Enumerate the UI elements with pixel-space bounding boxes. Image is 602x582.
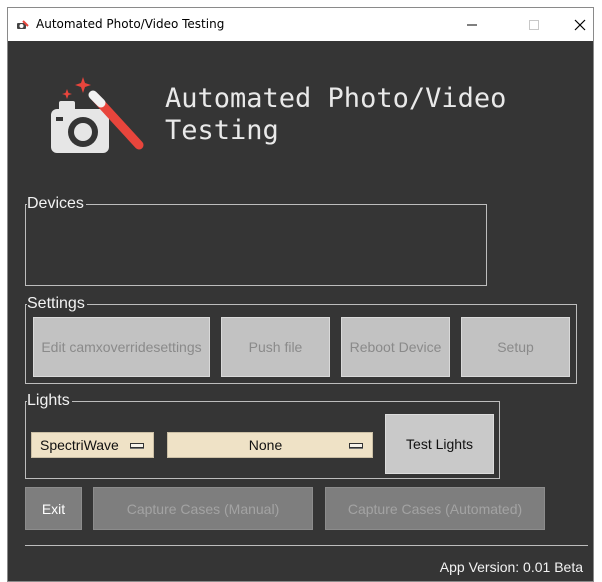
camera-magic-wand-icon: [51, 77, 144, 153]
main-panel: Automated Photo/Video Testing Devices Se…: [8, 41, 593, 581]
light-source-value: SpectriWave: [40, 437, 119, 453]
close-icon: [574, 19, 586, 31]
exit-button[interactable]: Exit: [25, 487, 82, 530]
footer-divider: [25, 545, 588, 546]
title-bar[interactable]: Automated Photo/Video Testing: [8, 8, 593, 41]
setup-button[interactable]: Setup: [461, 317, 570, 377]
settings-group: Settings Edit camxoverridesettings Push …: [25, 295, 577, 384]
close-button[interactable]: [557, 8, 593, 41]
maximize-icon: [529, 20, 539, 30]
light-selection-value: None: [248, 437, 283, 453]
window-title: Automated Photo/Video Testing: [36, 17, 225, 31]
dropdown-indicator-icon: [349, 442, 363, 448]
light-selection-dropdown[interactable]: None: [167, 432, 373, 458]
edit-camxoverridesettings-button[interactable]: Edit camxoverridesettings: [33, 317, 210, 377]
app-heading: Automated Photo/Video Testing: [165, 83, 507, 146]
settings-label: Settings: [27, 295, 87, 313]
test-lights-button[interactable]: Test Lights: [385, 414, 494, 474]
maximize-button[interactable]: [511, 8, 557, 41]
dropdown-indicator-icon: [130, 442, 144, 448]
reboot-device-button[interactable]: Reboot Device: [341, 317, 450, 377]
capture-cases-automated-button[interactable]: Capture Cases (Automated): [325, 487, 545, 530]
camera-wand-icon: [16, 18, 29, 31]
app-version: App Version: 0.01 Beta: [439, 559, 583, 575]
lights-label: Lights: [27, 392, 72, 410]
minimize-button[interactable]: [449, 8, 495, 41]
app-window: Automated Photo/Video Testing Automated …: [7, 7, 594, 582]
push-file-button[interactable]: Push file: [221, 317, 330, 377]
devices-group: Devices: [25, 195, 487, 286]
devices-label: Devices: [27, 195, 86, 213]
capture-cases-manual-button[interactable]: Capture Cases (Manual): [93, 487, 313, 530]
lights-group: Lights SpectriWave None Test Lights: [25, 392, 500, 479]
minimize-icon: [467, 24, 477, 26]
light-source-dropdown[interactable]: SpectriWave: [31, 432, 154, 458]
